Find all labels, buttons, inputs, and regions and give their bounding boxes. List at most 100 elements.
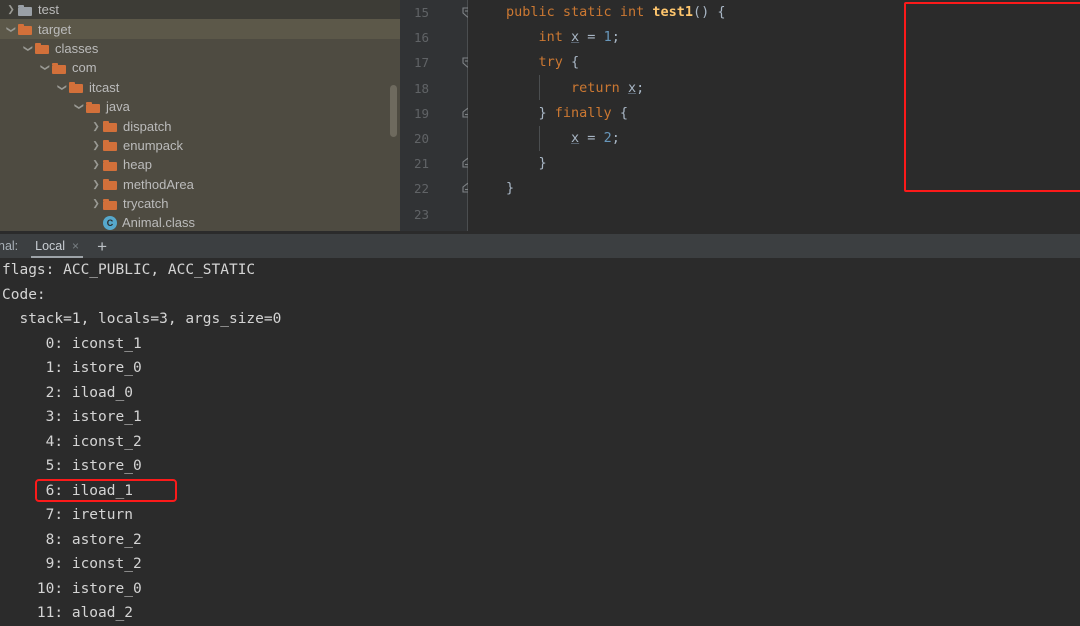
tree-item-label: dispatch — [123, 118, 172, 134]
terminal-line: 8: astore_2 — [2, 531, 142, 548]
code-token: } — [506, 180, 515, 197]
tree-item-test[interactable]: ❯ test — [0, 0, 400, 20]
chevron-right-icon[interactable]: ❯ — [89, 179, 103, 189]
tree-item-label: itcast — [89, 79, 120, 95]
terminal-output: flags: ACC_PUBLIC, ACC_STATIC Code: stack… — [0, 258, 1080, 626]
terminal-tab-label: Local — [35, 239, 66, 253]
terminal-line: 10: istore_0 — [2, 580, 142, 597]
terminal-tab-local[interactable]: Local × — [31, 234, 84, 258]
terminal-output-panel[interactable]: flags: ACC_PUBLIC, ACC_STATIC Code: stack… — [0, 258, 1080, 626]
project-tree-panel[interactable]: ❯ test ❯ target ❯ classes ❯ com ❯ itcast ❯ java ❯ dis… — [0, 0, 400, 231]
line-number: 18 — [414, 80, 430, 96]
tree-item-label: trycatch — [123, 196, 169, 212]
tree-item-com[interactable]: ❯ com — [0, 58, 400, 77]
code-token: test1 — [652, 4, 693, 20]
terminal-line: 0: iconst_1 — [2, 335, 142, 352]
chevron-right-icon[interactable]: ❯ — [89, 160, 103, 169]
tree-item-label: test — [38, 2, 59, 18]
folder-icon — [35, 42, 50, 55]
indent-guide — [539, 75, 540, 100]
tree-item-methodarea[interactable]: ❯ methodArea — [0, 175, 400, 194]
tree-item-enumpack[interactable]: ❯ enumpack — [0, 136, 400, 155]
chevron-right-icon[interactable]: ❯ — [4, 5, 18, 14]
code-token: = — [579, 129, 604, 146]
line-number: 23 — [414, 206, 430, 222]
code-token: int — [619, 4, 653, 20]
folder-icon — [86, 101, 101, 113]
terminal-tab-bar: nal: Local × + — [0, 234, 1080, 258]
code-token: public — [506, 4, 563, 20]
terminal-line: 5: istore_0 — [2, 458, 142, 474]
code-token: 1 — [603, 29, 612, 46]
tree-item-label: classes — [55, 40, 99, 56]
folder-icon — [103, 139, 118, 152]
code-editor-panel[interactable]: 15 16 17 18 19 20 21 22 23 public static int tes… — [400, 0, 1080, 231]
project-tree-scrollbar[interactable] — [390, 85, 397, 137]
tree-item-label: Animal.class — [122, 215, 195, 231]
tree-item-java[interactable]: ❯ java — [0, 97, 400, 116]
line-number: 17 — [414, 55, 430, 71]
tree-item-classes[interactable]: ❯ classes — [0, 39, 400, 58]
chevron-down-icon[interactable]: ❯ — [7, 22, 17, 36]
chevron-down-icon[interactable]: ❯ — [24, 41, 34, 55]
code-token: } — [506, 155, 547, 172]
tree-item-label: heap — [123, 157, 152, 173]
tree-spacer: ❯ — [89, 218, 103, 227]
terminal-line: 9: iconst_2 — [2, 556, 142, 572]
tree-item-heap[interactable]: ❯ heap — [0, 155, 400, 174]
folder-icon — [103, 159, 118, 171]
code-area[interactable]: public static int test1() { int x = 1; t… — [468, 0, 1080, 231]
terminal-line: 7: ireturn — [2, 507, 133, 523]
tree-item-dispatch[interactable]: ❯ dispatch — [0, 116, 400, 135]
chevron-down-icon[interactable]: ❯ — [41, 61, 51, 75]
code-token: 2 — [603, 129, 612, 146]
folder-icon — [103, 178, 118, 191]
terminal-line: 11: aload_2 — [2, 605, 133, 621]
tree-item-label: enumpack — [123, 137, 183, 153]
chevron-right-icon[interactable]: ❯ — [89, 121, 103, 131]
code-token: ; — [636, 79, 645, 96]
tree-item-label: java — [106, 99, 130, 115]
code-line: return x; — [468, 76, 1080, 101]
top-pane: ❯ test ❯ target ❯ classes ❯ com ❯ itcast ❯ java ❯ dis… — [0, 0, 1080, 231]
terminal-line: flags: ACC_PUBLIC, ACC_STATIC — [2, 262, 256, 278]
editor-gutter[interactable]: 15 16 17 18 19 20 21 22 23 — [400, 0, 473, 231]
code-token: ; — [611, 129, 620, 146]
line-number-column: 15 16 17 18 19 20 21 22 23 — [400, 0, 468, 227]
tree-item-target[interactable]: ❯ target — [0, 19, 400, 39]
line-number: 21 — [414, 156, 430, 172]
code-token: x — [571, 129, 580, 146]
line-number: 16 — [414, 30, 430, 46]
chevron-right-icon[interactable]: ❯ — [89, 140, 103, 150]
code-token: = — [579, 29, 604, 46]
code-token: int — [538, 29, 572, 46]
code-token: try — [538, 54, 563, 71]
add-terminal-button[interactable]: + — [97, 238, 107, 255]
line-number: 20 — [414, 130, 430, 146]
terminal-line: 3: istore_1 — [2, 409, 142, 425]
code-line: int x = 1; — [468, 25, 1080, 50]
terminal-tool-window-title: nal: — [0, 239, 19, 253]
code-token: { — [611, 104, 628, 121]
folder-icon — [103, 198, 118, 210]
code-token: static — [562, 4, 620, 20]
tree-item-label: target — [38, 21, 72, 37]
terminal-line: 4: iconst_2 — [2, 433, 142, 450]
tree-item-trycatch[interactable]: ❯ trycatch — [0, 194, 400, 213]
code-token: finally — [554, 104, 612, 121]
code-token: ; — [611, 29, 620, 46]
tree-item-animal-class[interactable]: ❯C Animal.class — [0, 213, 400, 231]
chevron-right-icon[interactable]: ❯ — [89, 199, 103, 208]
close-icon[interactable]: × — [72, 240, 79, 252]
tree-item-itcast[interactable]: ❯ itcast — [0, 78, 400, 97]
code-line: x = 2; — [468, 126, 1080, 151]
code-line: } finally { — [468, 101, 1080, 126]
folder-icon — [69, 81, 84, 94]
code-token: x — [627, 79, 637, 96]
chevron-down-icon[interactable]: ❯ — [75, 100, 85, 114]
chevron-down-icon[interactable]: ❯ — [58, 80, 68, 94]
terminal-line: 6: iload_1 — [2, 482, 133, 499]
folder-icon — [103, 120, 118, 133]
folder-icon — [18, 23, 33, 36]
